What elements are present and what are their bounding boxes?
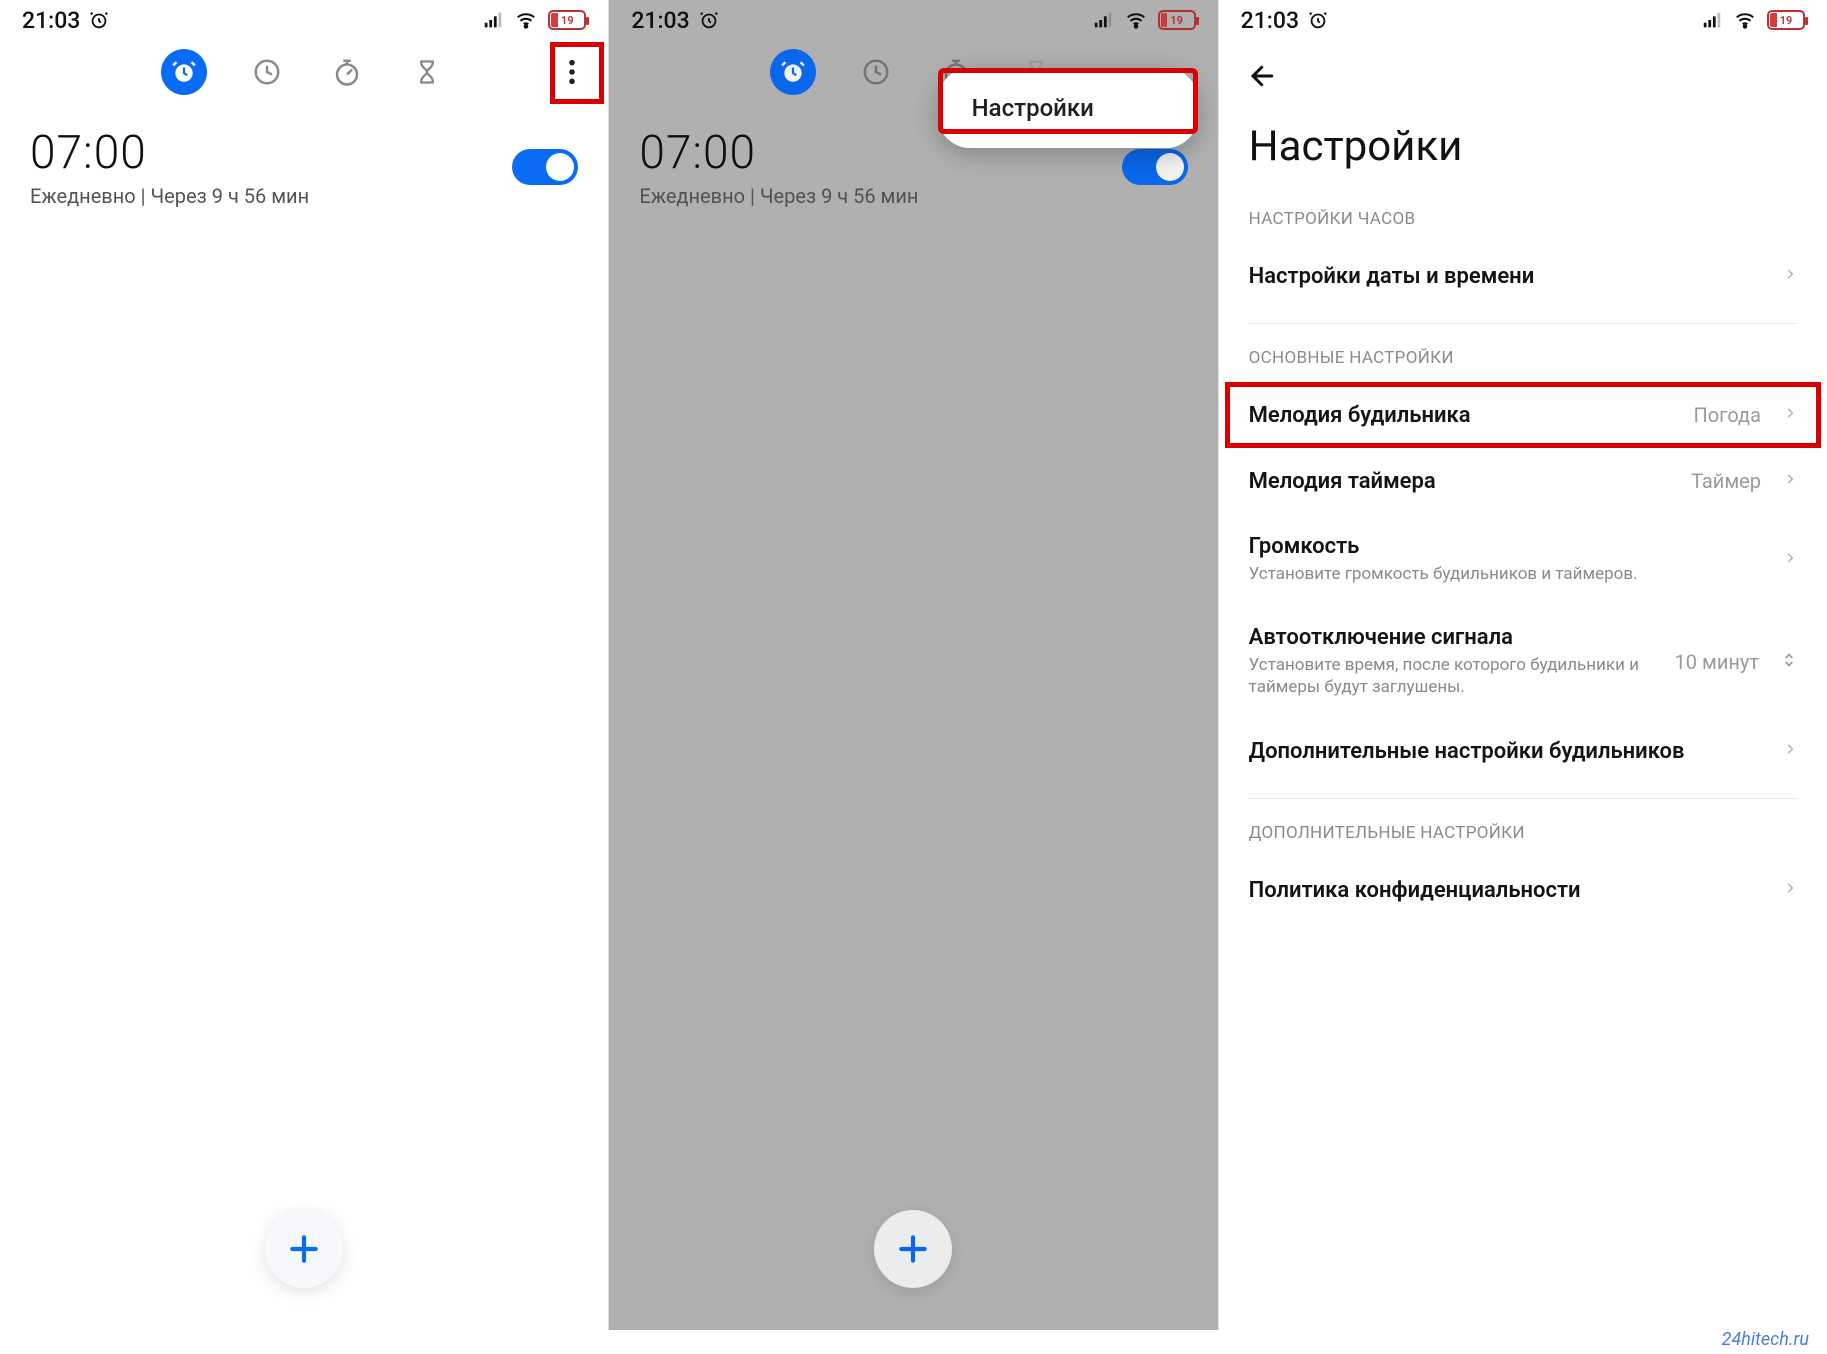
- screen-alarm-menu: 21:03 19: [609, 0, 1218, 1330]
- row-extra-alarm-label: Дополнительные настройки будильников: [1249, 739, 1767, 764]
- tab-alarm[interactable]: [161, 49, 207, 95]
- row-auto-off-label: Автоотключение сигнала: [1249, 625, 1659, 650]
- section-clock-settings: НАСТРОЙКИ ЧАСОВ: [1219, 199, 1827, 243]
- alarm-time: 07:00: [30, 126, 309, 180]
- divider: [1249, 798, 1797, 799]
- row-privacy-label: Политика конфиденциальности: [1249, 878, 1767, 903]
- signal-icon: [482, 9, 504, 31]
- watermark: 24hitech.ru: [1722, 1329, 1809, 1350]
- add-alarm-button[interactable]: [265, 1210, 343, 1288]
- chevron-right-icon: [1783, 877, 1797, 903]
- alarm-row[interactable]: 07:00 Ежедневно | Через 9 ч 56 мин: [0, 104, 608, 218]
- more-button[interactable]: [550, 50, 594, 94]
- row-alarm-melody[interactable]: Мелодия будильника Погода: [1219, 382, 1827, 448]
- tab-alarm[interactable]: [770, 49, 816, 95]
- screen-alarm: 21:03 19: [0, 0, 609, 1330]
- chevron-right-icon: [1783, 402, 1797, 428]
- status-time: 21:03: [22, 7, 80, 34]
- status-bar: 21:03 19: [0, 0, 608, 40]
- status-bar: 21:03 19: [1219, 0, 1827, 40]
- row-volume-label: Громкость: [1249, 534, 1767, 559]
- row-datetime-label: Настройки даты и времени: [1249, 264, 1767, 289]
- section-extra-settings: ДОПОЛНИТЕЛЬНЫЕ НАСТРОЙКИ: [1219, 813, 1827, 857]
- alarm-toggle[interactable]: [1122, 149, 1188, 185]
- alarm-status-icon: [88, 9, 110, 31]
- signal-icon: [1701, 9, 1723, 31]
- tab-clock[interactable]: [247, 52, 287, 92]
- signal-icon: [1092, 9, 1114, 31]
- row-auto-off-value: 10 минут: [1675, 650, 1759, 674]
- row-timer-melody-value: Таймер: [1691, 469, 1761, 493]
- back-button[interactable]: [1243, 56, 1283, 96]
- battery-icon: 19: [548, 10, 586, 30]
- wifi-icon: [514, 9, 538, 31]
- alarm-toggle[interactable]: [512, 149, 578, 185]
- alarm-status-icon: [698, 9, 720, 31]
- wifi-icon: [1733, 9, 1757, 31]
- tab-bar: [0, 40, 608, 104]
- row-volume-sub: Установите громкость будильников и тайме…: [1249, 563, 1767, 585]
- overflow-menu: Настройки: [938, 68, 1198, 148]
- row-privacy[interactable]: Политика конфиденциальности: [1219, 857, 1827, 923]
- tab-timer[interactable]: [407, 52, 447, 92]
- divider: [1249, 323, 1797, 324]
- tab-stopwatch[interactable]: [327, 52, 367, 92]
- wifi-icon: [1124, 9, 1148, 31]
- chevron-right-icon: [1783, 468, 1797, 494]
- row-volume[interactable]: Громкость Установите громкость будильник…: [1219, 514, 1827, 605]
- alarm-status-icon: [1307, 9, 1329, 31]
- row-alarm-melody-label: Мелодия будильника: [1249, 403, 1678, 428]
- alarm-subtitle: Ежедневно | Через 9 ч 56 мин: [30, 184, 309, 208]
- chevron-right-icon: [1783, 263, 1797, 289]
- updown-icon: [1781, 647, 1797, 677]
- row-extra-alarm[interactable]: Дополнительные настройки будильников: [1219, 718, 1827, 784]
- alarm-time: 07:00: [639, 126, 918, 180]
- menu-settings[interactable]: Настройки: [938, 74, 1198, 142]
- row-timer-melody-label: Мелодия таймера: [1249, 469, 1675, 494]
- screen-settings: 21:03 19: [1219, 0, 1827, 1330]
- row-alarm-melody-value: Погода: [1693, 403, 1761, 427]
- row-auto-off[interactable]: Автоотключение сигнала Установите время,…: [1219, 605, 1827, 718]
- row-datetime[interactable]: Настройки даты и времени: [1219, 243, 1827, 309]
- tab-clock[interactable]: [856, 52, 896, 92]
- row-timer-melody[interactable]: Мелодия таймера Таймер: [1219, 448, 1827, 514]
- row-auto-off-sub: Установите время, после которого будильн…: [1249, 654, 1659, 698]
- status-time: 21:03: [631, 7, 689, 34]
- chevron-right-icon: [1783, 738, 1797, 764]
- add-alarm-button[interactable]: [874, 1210, 952, 1288]
- battery-icon: 19: [1767, 10, 1805, 30]
- battery-icon: 19: [1158, 10, 1196, 30]
- settings-title: Настройки: [1219, 104, 1827, 199]
- alarm-subtitle: Ежедневно | Через 9 ч 56 мин: [639, 184, 918, 208]
- section-main-settings: ОСНОВНЫЕ НАСТРОЙКИ: [1219, 338, 1827, 382]
- status-time: 21:03: [1241, 7, 1299, 34]
- status-bar: 21:03 19: [609, 0, 1217, 40]
- chevron-right-icon: [1783, 547, 1797, 573]
